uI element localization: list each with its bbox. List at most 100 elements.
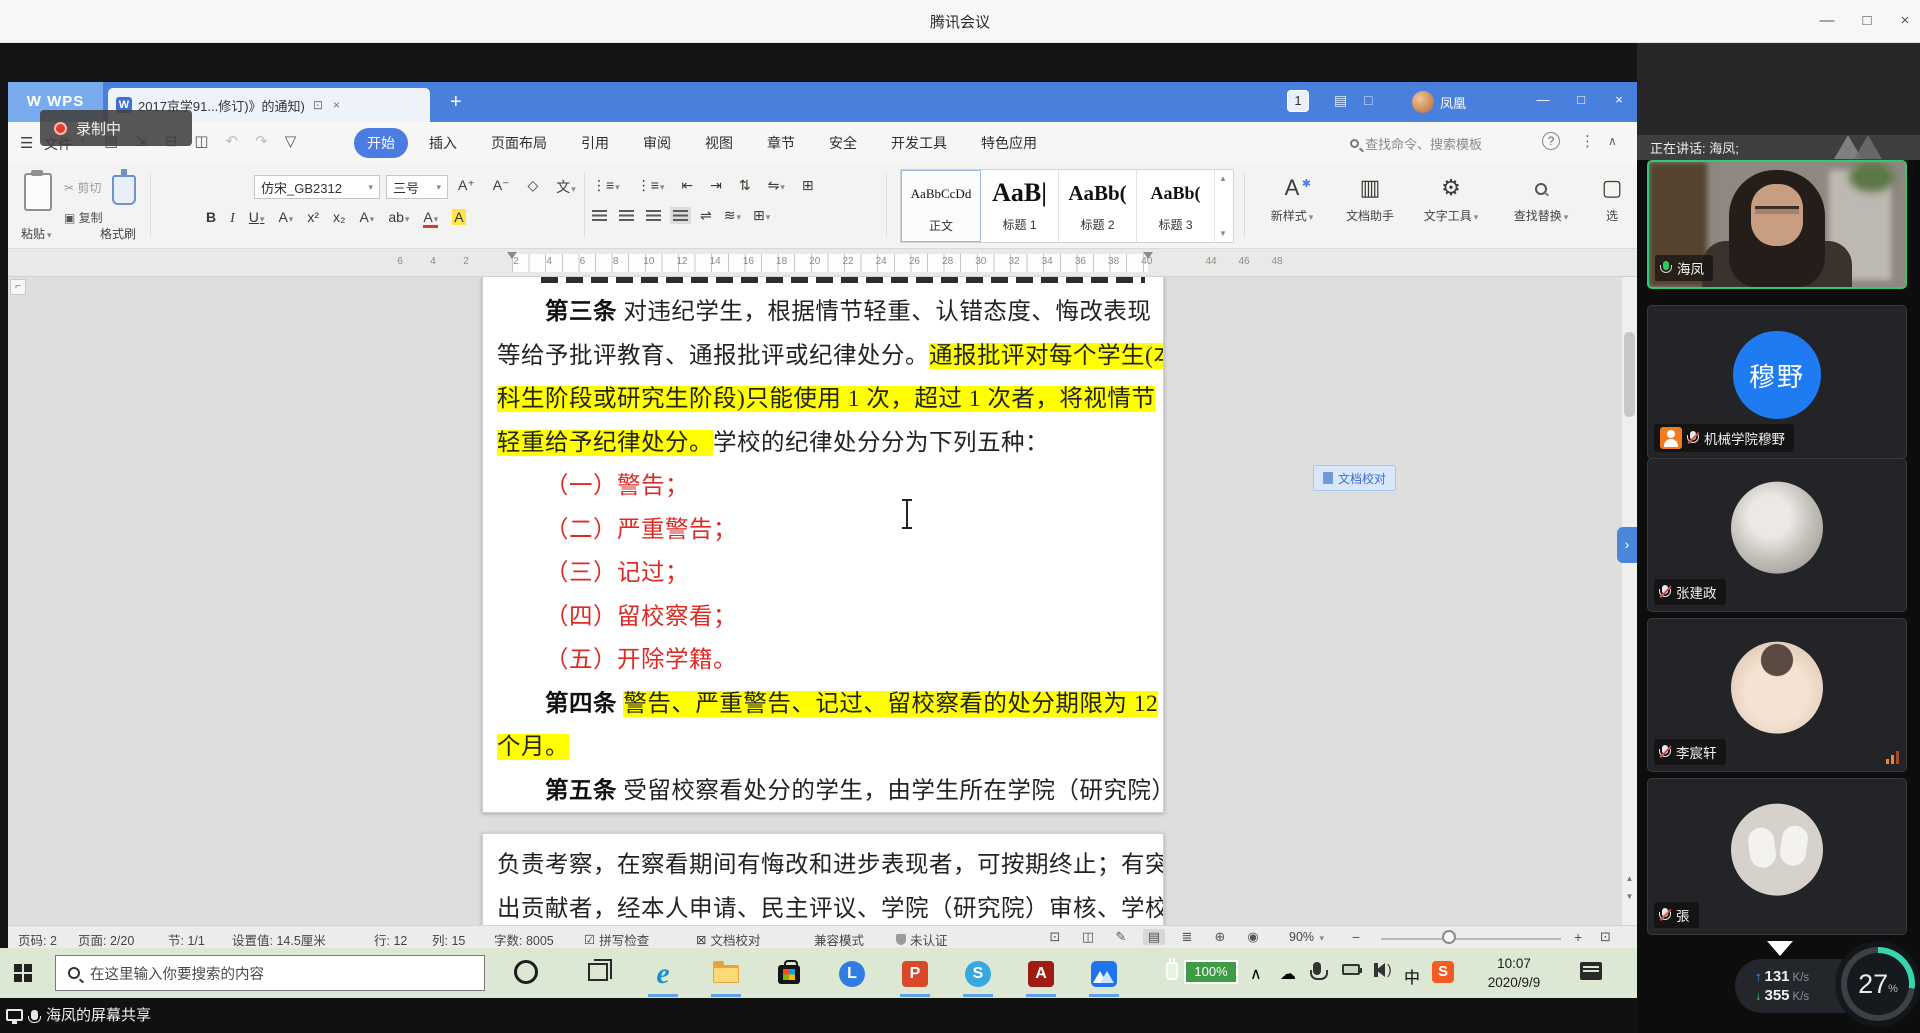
taskbar-search[interactable]: 在这里输入你要搜索的内容 [55, 955, 485, 991]
panel-collapse-icon[interactable] [1767, 941, 1793, 956]
tray-expand-icon[interactable]: ∧ [1250, 964, 1262, 984]
app-acrobat-icon[interactable]: A [1018, 954, 1064, 994]
participant-tile-4[interactable]: 李宸轩 [1647, 618, 1907, 772]
doc-proof-button[interactable]: ⊠ 文档校对 [696, 930, 761, 949]
menu-开发工具[interactable]: 开发工具 [878, 128, 960, 158]
align-right-icon[interactable] [646, 210, 661, 221]
battery-tray-icon[interactable] [1342, 964, 1360, 975]
char-shading-icon[interactable]: A▾ [359, 209, 374, 225]
paste-button[interactable]: 粘贴▾ [21, 225, 52, 242]
table-icon[interactable]: ⊞ [802, 177, 814, 194]
cert-status[interactable]: 未认证 [896, 930, 948, 949]
style-正文[interactable]: AaBbCcDd正文 [901, 170, 981, 242]
cloud-icon[interactable]: ☁ [1280, 964, 1296, 984]
cut-button[interactable]: ✂ 剪切 [64, 179, 101, 196]
document-area[interactable]: ⌐ 第三条 对违纪学生，根据情节轻重、认错态度、悔改表现等给予批评教育、通报批评… [8, 277, 1621, 925]
number-list-icon[interactable]: ⋮≡▾ [637, 177, 665, 194]
read-layout-icon[interactable]: ◫ [1077, 929, 1099, 945]
new-style-button[interactable]: A✱新样式▾ [1256, 165, 1328, 249]
prev-page-icon[interactable]: ▲ [1623, 872, 1636, 886]
volume-icon[interactable] [1376, 963, 1385, 977]
minimize-icon[interactable]: — [1812, 9, 1842, 33]
menu-安全[interactable]: 安全 [816, 128, 870, 158]
grow-font-icon[interactable]: A⁺ [458, 177, 475, 197]
outline-view-icon[interactable]: ≣ [1176, 929, 1198, 945]
subscript-icon[interactable]: x₂ [333, 209, 345, 225]
zoom-out-icon[interactable]: − [1352, 929, 1360, 945]
paste-icon[interactable] [24, 173, 52, 211]
clear-format-icon[interactable]: ◇ [527, 177, 538, 197]
app-ms-store-icon[interactable] [766, 954, 812, 994]
collapse-ribbon-icon[interactable]: ∧ [1608, 134, 1617, 148]
superscript-icon[interactable]: x² [307, 209, 319, 225]
phonetic-guide-icon[interactable]: 文▾ [556, 177, 576, 197]
bold-icon[interactable]: B [206, 209, 216, 225]
menu-章节[interactable]: 章节 [754, 128, 808, 158]
scrollbar-thumb[interactable] [1624, 332, 1635, 417]
hamburger-icon[interactable]: ☰ [20, 134, 33, 152]
align-justify-icon[interactable] [673, 210, 688, 221]
participant-tile-1[interactable]: 海凤 [1647, 160, 1907, 289]
distribute-icon[interactable]: ⇌ [700, 207, 712, 224]
zoom-slider[interactable] [1381, 938, 1561, 940]
doc-tabs-list-icon[interactable]: ▤ [1334, 92, 1347, 109]
menu-引用[interactable]: 引用 [568, 128, 622, 158]
ime-indicator[interactable]: 中 [1404, 964, 1420, 988]
line-spacing-icon[interactable]: ≋▾ [724, 207, 741, 224]
participant-tile-2[interactable]: 穆野机械学院穆野 [1647, 305, 1907, 459]
fullscreen-view-icon[interactable]: ⊡ [1044, 929, 1066, 945]
menu-视图[interactable]: 视图 [692, 128, 746, 158]
task-view-icon[interactable] [588, 963, 608, 981]
cortana-icon[interactable] [514, 960, 538, 984]
gallery-scroll-icons[interactable]: ▲▼ [1215, 170, 1231, 242]
app-file-explorer-icon[interactable] [703, 954, 749, 994]
doc-proofread-float-button[interactable]: 文档校对 [1313, 465, 1396, 491]
undo-icon[interactable]: ↶ [226, 132, 239, 150]
account-avatar[interactable] [1412, 91, 1434, 113]
wps-close-icon[interactable]: × [1606, 92, 1632, 107]
strikethrough-icon[interactable]: ab▾ [388, 209, 409, 225]
account-name[interactable]: 凤凰 [1440, 93, 1466, 112]
doc-assistant-button[interactable]: ▥文档助手 [1334, 165, 1406, 249]
text-tool-button[interactable]: ⚙文字工具▾ [1412, 165, 1490, 249]
close-icon[interactable]: × [1890, 9, 1920, 33]
next-page-icon[interactable]: ▼ [1623, 890, 1636, 904]
print-preview-icon[interactable]: ◫ [194, 132, 208, 150]
app-skype-icon[interactable]: S [955, 954, 1001, 994]
style-标题 1[interactable]: AaB|标题 1 [981, 170, 1059, 242]
start-button-icon[interactable] [14, 964, 32, 982]
tab-screen-icon[interactable]: ⊡ [311, 98, 325, 112]
more-options-icon[interactable]: ⋮ [1580, 132, 1595, 150]
font-name-select[interactable]: 仿宋_GB2312▾ [254, 175, 380, 199]
action-center-icon[interactable] [1580, 962, 1602, 980]
window-count-badge[interactable]: 1 [1287, 90, 1309, 112]
italic-icon[interactable]: I [230, 211, 235, 227]
new-tab-icon[interactable]: + [450, 88, 462, 116]
tab-close-icon[interactable]: × [331, 98, 342, 112]
wps-maximize-icon[interactable]: □ [1568, 92, 1594, 107]
participant-tile-3[interactable]: 张建政 [1647, 458, 1907, 612]
font-size-select[interactable]: 三号▾ [386, 175, 448, 199]
menu-开始[interactable]: 开始 [354, 128, 408, 158]
format-painter-button[interactable]: 格式刷 [100, 225, 136, 242]
align-center-icon[interactable] [619, 210, 634, 221]
find-replace-button[interactable]: 查找替换▾ [1498, 165, 1584, 249]
format-painter-icon[interactable] [112, 175, 136, 205]
sort-icon[interactable]: ⇅ [739, 177, 751, 194]
document-page-2[interactable]: 负责考察，在察看期间有悔改和进步表现者，可按期终止；有突出贡献者，经本人申请、民… [482, 833, 1164, 925]
app-l-app-icon[interactable]: L [829, 954, 875, 994]
integrate-window-icon[interactable]: □ [1364, 92, 1372, 108]
font-color-icon[interactable]: A▾ [423, 209, 438, 228]
battery-level-badge[interactable]: 100% [1184, 960, 1238, 984]
spell-check-button[interactable]: ☑ 拼写检查 [584, 930, 649, 949]
customize-toolbar-icon[interactable]: ▽ [285, 132, 297, 150]
bullet-list-icon[interactable]: ⋮≡▾ [592, 177, 620, 194]
system-clock[interactable]: 10:07 2020/9/9 [1468, 954, 1560, 992]
copy-button[interactable]: ▣ 复制 [64, 209, 103, 226]
vertical-scrollbar[interactable] [1621, 277, 1637, 925]
char-border-icon[interactable]: A▾ [278, 209, 293, 225]
menu-插入[interactable]: 插入 [416, 128, 470, 158]
align-left-icon[interactable] [592, 210, 607, 221]
document-page-1[interactable]: 第三条 对违纪学生，根据情节轻重、认错态度、悔改表现等给予批评教育、通报批评或纪… [482, 277, 1164, 813]
maximize-icon[interactable]: □ [1852, 9, 1882, 33]
